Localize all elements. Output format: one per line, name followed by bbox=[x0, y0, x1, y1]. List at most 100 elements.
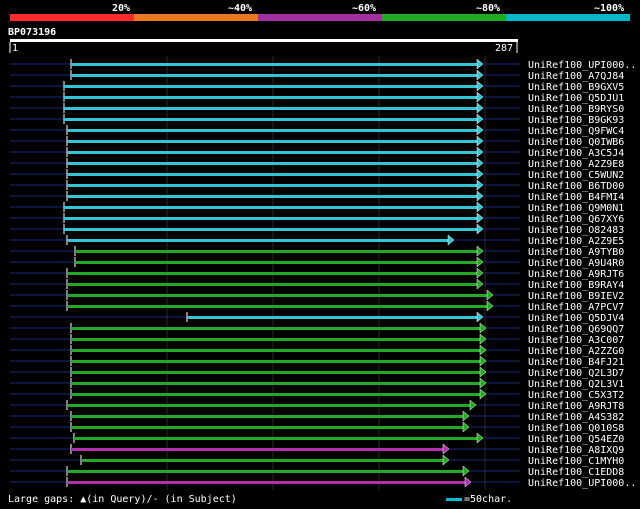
hit-bar bbox=[67, 173, 477, 176]
hit-row[interactable]: UniRef100_UPI000.. bbox=[10, 476, 636, 489]
hit-row[interactable]: UniRef100_B9GXV5 bbox=[10, 80, 624, 93]
hit-label[interactable]: UniRef100_Q69QQ7 bbox=[528, 324, 624, 335]
hit-label[interactable]: UniRef100_Q2L3V1 bbox=[528, 379, 624, 390]
hit-row[interactable]: UniRef100_C5WUN2 bbox=[10, 168, 624, 181]
hit-row[interactable]: UniRef100_A9TYB0 bbox=[10, 245, 624, 258]
scale-band-4 bbox=[382, 14, 506, 21]
hit-end-arrow bbox=[476, 267, 484, 279]
hit-row[interactable]: UniRef100_B9RYS0 bbox=[10, 102, 624, 115]
hit-bar bbox=[71, 349, 480, 352]
hit-row[interactable]: UniRef100_Q9M0N1 bbox=[10, 201, 624, 214]
hit-bar bbox=[75, 250, 477, 253]
hit-bar bbox=[67, 283, 477, 286]
hit-label[interactable]: UniRef100_A9U4R0 bbox=[528, 258, 624, 269]
hit-label[interactable]: UniRef100_Q0IWB6 bbox=[528, 137, 624, 148]
hit-label[interactable]: UniRef100_UPI000.. bbox=[528, 478, 636, 489]
hit-row[interactable]: UniRef100_B4FMI4 bbox=[10, 190, 624, 203]
hit-label[interactable]: UniRef100_Q5DJV4 bbox=[528, 313, 624, 324]
hit-label[interactable]: UniRef100_A2ZZG0 bbox=[528, 346, 624, 357]
hit-row[interactable]: UniRef100_Q2L3V1 bbox=[10, 377, 624, 390]
hit-row[interactable]: UniRef100_B9GK93 bbox=[10, 113, 624, 126]
hit-row[interactable]: UniRef100_A3C007 bbox=[10, 333, 624, 346]
hit-row[interactable]: UniRef100_A7QJ84 bbox=[10, 69, 624, 82]
hit-label[interactable]: UniRef100_B4FJ21 bbox=[528, 357, 624, 368]
hit-label[interactable]: UniRef100_A9RJT8 bbox=[528, 401, 624, 412]
hit-label[interactable]: UniRef100_C1EDD8 bbox=[528, 467, 624, 478]
hit-label[interactable]: UniRef100_B9IEV2 bbox=[528, 291, 624, 302]
hit-row[interactable]: UniRef100_A9RJT8 bbox=[10, 399, 624, 412]
hit-row[interactable]: UniRef100_Q2L3D7 bbox=[10, 366, 624, 379]
scale-band-2 bbox=[134, 14, 258, 21]
hit-row[interactable]: UniRef100_A8IXQ9 bbox=[10, 443, 624, 456]
hit-end-arrow bbox=[476, 168, 484, 180]
hit-row[interactable]: UniRef100_O82483 bbox=[10, 223, 624, 236]
hit-label[interactable]: UniRef100_C1MYH0 bbox=[528, 456, 624, 467]
hit-row[interactable]: UniRef100_B6TD00 bbox=[10, 179, 624, 192]
hit-row[interactable]: UniRef100_C1MYH0 bbox=[10, 454, 624, 467]
hit-row[interactable]: UniRef100_B4FJ21 bbox=[10, 355, 624, 368]
hit-label[interactable]: UniRef100_A8IXQ9 bbox=[528, 445, 624, 456]
hit-row[interactable]: UniRef100_C5X3T2 bbox=[10, 388, 624, 401]
hit-row[interactable]: UniRef100_A9RJT6 bbox=[10, 267, 624, 280]
hit-row[interactable]: UniRef100_A4S382 bbox=[10, 410, 624, 423]
identity-scale-labels: 20% ~40% ~60% ~80% ~100% bbox=[112, 3, 624, 14]
hit-row[interactable]: UniRef100_B9IEV2 bbox=[10, 289, 624, 302]
hit-row[interactable]: UniRef100_B9RAY4 bbox=[10, 278, 624, 291]
hit-label[interactable]: UniRef100_O82483 bbox=[528, 225, 624, 236]
hit-label[interactable]: UniRef100_C5WUN2 bbox=[528, 170, 624, 181]
hit-bar bbox=[67, 294, 487, 297]
hit-end-arrow bbox=[486, 289, 494, 301]
hit-label[interactable]: UniRef100_B9GXV5 bbox=[528, 82, 624, 93]
hit-bar bbox=[67, 470, 463, 473]
hit-row[interactable]: UniRef100_A3C5J4 bbox=[10, 146, 624, 159]
hit-label[interactable]: UniRef100_Q9FWC4 bbox=[528, 126, 624, 137]
hit-row[interactable]: UniRef100_Q5DJU1 bbox=[10, 91, 624, 104]
hit-row[interactable]: UniRef100_Q9FWC4 bbox=[10, 124, 624, 137]
hit-label[interactable]: UniRef100_Q54EZ0 bbox=[528, 434, 624, 445]
hit-label[interactable]: UniRef100_UPI000.. bbox=[528, 60, 636, 71]
hit-label[interactable]: UniRef100_Q2L3D7 bbox=[528, 368, 624, 379]
hit-label[interactable]: UniRef100_Q67XY6 bbox=[528, 214, 624, 225]
hit-row[interactable]: UniRef100_A2Z9E5 bbox=[10, 234, 624, 247]
hit-row[interactable]: UniRef100_A7PCV7 bbox=[10, 300, 624, 313]
hit-end-arrow bbox=[476, 157, 484, 169]
hit-row[interactable]: UniRef100_UPI000.. bbox=[10, 58, 636, 71]
hit-label[interactable]: UniRef100_C5X3T2 bbox=[528, 390, 624, 401]
hit-row[interactable]: UniRef100_Q69QQ7 bbox=[10, 322, 624, 335]
hit-label[interactable]: UniRef100_B6TD00 bbox=[528, 181, 624, 192]
hit-bar bbox=[74, 437, 477, 440]
scale-label: ~60% bbox=[352, 3, 376, 14]
hit-label[interactable]: UniRef100_A7PCV7 bbox=[528, 302, 624, 313]
hit-end-arrow bbox=[476, 91, 484, 103]
hit-label[interactable]: UniRef100_A2Z9E5 bbox=[528, 236, 624, 247]
hit-row[interactable]: UniRef100_A2ZZG0 bbox=[10, 344, 624, 357]
hit-label[interactable]: UniRef100_A7QJ84 bbox=[528, 71, 624, 82]
hit-row[interactable]: UniRef100_A2Z9E8 bbox=[10, 157, 624, 170]
hit-row[interactable]: UniRef100_Q010S8 bbox=[10, 421, 624, 434]
hit-bar bbox=[71, 393, 480, 396]
hit-row[interactable]: UniRef100_Q0IWB6 bbox=[10, 135, 624, 148]
hit-label[interactable]: UniRef100_A9RJT6 bbox=[528, 269, 624, 280]
hit-end-arrow bbox=[476, 212, 484, 224]
hit-label[interactable]: UniRef100_A4S382 bbox=[528, 412, 624, 423]
hit-label[interactable]: UniRef100_A9TYB0 bbox=[528, 247, 624, 258]
hit-row[interactable]: UniRef100_Q5DJV4 bbox=[10, 311, 624, 324]
hit-label[interactable]: UniRef100_A3C5J4 bbox=[528, 148, 624, 159]
hit-label[interactable]: UniRef100_B4FMI4 bbox=[528, 192, 624, 203]
hit-row[interactable]: UniRef100_C1EDD8 bbox=[10, 465, 624, 478]
hit-label[interactable]: UniRef100_B9GK93 bbox=[528, 115, 624, 126]
hit-row[interactable]: UniRef100_Q54EZ0 bbox=[10, 432, 624, 445]
hit-label[interactable]: UniRef100_B9RAY4 bbox=[528, 280, 624, 291]
hit-label[interactable]: UniRef100_B9RYS0 bbox=[528, 104, 624, 115]
hit-label[interactable]: UniRef100_A2Z9E8 bbox=[528, 159, 624, 170]
hit-label[interactable]: UniRef100_Q010S8 bbox=[528, 423, 624, 434]
hit-row[interactable]: UniRef100_Q67XY6 bbox=[10, 212, 624, 225]
hit-row[interactable]: UniRef100_A9U4R0 bbox=[10, 256, 624, 269]
hit-label[interactable]: UniRef100_Q9M0N1 bbox=[528, 203, 624, 214]
hit-bar bbox=[64, 118, 477, 121]
hit-end-arrow bbox=[476, 124, 484, 136]
hit-label[interactable]: UniRef100_Q5DJU1 bbox=[528, 93, 624, 104]
hit-label[interactable]: UniRef100_A3C007 bbox=[528, 335, 624, 346]
query-id: BP073196 bbox=[8, 27, 56, 38]
scale-legend: =50char. bbox=[446, 494, 512, 505]
